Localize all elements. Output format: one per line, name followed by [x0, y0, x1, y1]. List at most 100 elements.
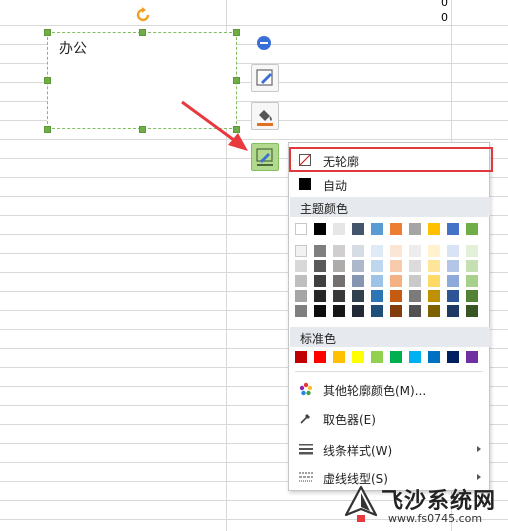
auto-color-label: 自动	[323, 179, 348, 193]
theme-shade-swatch[interactable]	[466, 275, 478, 287]
theme-shade-swatch[interactable]	[390, 260, 402, 272]
theme-shade-swatch[interactable]	[447, 275, 459, 287]
theme-shade-swatch[interactable]	[314, 305, 326, 317]
resize-handle[interactable]	[139, 126, 146, 133]
theme-shade-swatch[interactable]	[295, 305, 307, 317]
auto-color-item[interactable]: 自动	[289, 172, 489, 196]
resize-handle[interactable]	[44, 29, 51, 36]
standard-color-swatch[interactable]	[295, 351, 307, 363]
line-style-icon	[299, 444, 313, 455]
theme-shade-swatch[interactable]	[314, 245, 326, 257]
standard-color-swatch[interactable]	[314, 351, 326, 363]
theme-shade-swatch[interactable]	[409, 275, 421, 287]
standard-colors-title: 标准色	[300, 332, 337, 346]
theme-shade-swatch[interactable]	[447, 290, 459, 302]
watermark-name: 飞沙系统网	[381, 489, 497, 514]
theme-shade-swatch[interactable]	[352, 245, 364, 257]
theme-shade-swatch[interactable]	[333, 245, 345, 257]
theme-shade-swatch[interactable]	[352, 275, 364, 287]
theme-shade-swatch[interactable]	[371, 275, 383, 287]
menu-separator	[295, 371, 483, 372]
pointer-arrow-icon	[181, 100, 248, 151]
theme-shade-swatch[interactable]	[371, 245, 383, 257]
theme-color-swatch[interactable]	[447, 223, 459, 235]
standard-color-swatch[interactable]	[466, 351, 478, 363]
theme-shade-swatch[interactable]	[390, 290, 402, 302]
theme-shade-swatch[interactable]	[428, 260, 440, 272]
theme-shade-swatch[interactable]	[314, 260, 326, 272]
theme-shade-swatch[interactable]	[428, 305, 440, 317]
theme-shade-swatch[interactable]	[409, 245, 421, 257]
submenu-arrow-icon	[477, 446, 481, 452]
theme-shade-swatch[interactable]	[409, 305, 421, 317]
standard-colors-header: 标准色	[290, 327, 490, 347]
theme-shade-swatch[interactable]	[390, 305, 402, 317]
theme-shade-swatch[interactable]	[466, 245, 478, 257]
resize-handle[interactable]	[139, 29, 146, 36]
theme-shade-swatch[interactable]	[295, 260, 307, 272]
theme-shade-swatch[interactable]	[409, 260, 421, 272]
theme-shade-swatch[interactable]	[390, 275, 402, 287]
eyedropper-item[interactable]: 取色器(E)	[289, 406, 489, 430]
no-outline-item[interactable]: 无轮廓	[289, 148, 489, 172]
no-outline-icon	[299, 154, 311, 166]
theme-color-swatch[interactable]	[428, 223, 440, 235]
auto-color-swatch	[299, 178, 311, 190]
theme-shade-swatch[interactable]	[447, 245, 459, 257]
theme-shade-swatch[interactable]	[409, 290, 421, 302]
theme-color-swatch[interactable]	[409, 223, 421, 235]
theme-color-swatch[interactable]	[466, 223, 478, 235]
resize-handle[interactable]	[44, 77, 51, 84]
more-colors-item[interactable]: 其他轮廓颜色(M)...	[289, 377, 489, 401]
text-box-content[interactable]: 办公	[59, 38, 87, 58]
theme-shade-swatch[interactable]	[428, 290, 440, 302]
dash-style-icon	[299, 472, 313, 482]
theme-shade-swatch[interactable]	[314, 290, 326, 302]
resize-handle[interactable]	[44, 126, 51, 133]
theme-shade-swatch[interactable]	[371, 290, 383, 302]
collapse-toolbar-button[interactable]	[257, 36, 271, 50]
theme-shade-swatch[interactable]	[466, 290, 478, 302]
theme-shade-swatch[interactable]	[447, 260, 459, 272]
standard-color-swatch[interactable]	[390, 351, 402, 363]
eyedropper-label: 取色器(E)	[323, 413, 376, 427]
theme-shade-swatch[interactable]	[333, 305, 345, 317]
theme-shade-swatch[interactable]	[390, 245, 402, 257]
standard-color-swatch[interactable]	[409, 351, 421, 363]
theme-color-swatch[interactable]	[333, 223, 345, 235]
theme-color-swatch[interactable]	[390, 223, 402, 235]
rotate-handle-icon[interactable]	[135, 7, 151, 23]
theme-shade-swatch[interactable]	[428, 275, 440, 287]
standard-color-swatch[interactable]	[447, 351, 459, 363]
theme-shade-swatch[interactable]	[466, 260, 478, 272]
edit-shape-button[interactable]	[251, 64, 279, 92]
standard-color-swatch[interactable]	[371, 351, 383, 363]
resize-handle[interactable]	[233, 77, 240, 84]
theme-shade-swatch[interactable]	[428, 245, 440, 257]
theme-color-swatch[interactable]	[295, 223, 307, 235]
theme-shade-swatch[interactable]	[352, 260, 364, 272]
theme-color-swatch[interactable]	[352, 223, 364, 235]
theme-shade-swatch[interactable]	[295, 290, 307, 302]
theme-shade-swatch[interactable]	[314, 275, 326, 287]
theme-shade-swatch[interactable]	[333, 260, 345, 272]
theme-shade-swatch[interactable]	[295, 245, 307, 257]
theme-shade-swatch[interactable]	[371, 260, 383, 272]
theme-color-swatch[interactable]	[371, 223, 383, 235]
theme-shade-swatch[interactable]	[447, 305, 459, 317]
standard-color-swatch[interactable]	[428, 351, 440, 363]
theme-shade-swatch[interactable]	[352, 305, 364, 317]
theme-shade-swatch[interactable]	[466, 305, 478, 317]
theme-shade-swatch[interactable]	[333, 290, 345, 302]
theme-shade-swatch[interactable]	[352, 290, 364, 302]
theme-shade-swatch[interactable]	[333, 275, 345, 287]
theme-color-swatch[interactable]	[314, 223, 326, 235]
theme-colors-header: 主题颜色	[290, 197, 490, 217]
site-watermark: 飞沙系统网 www.fs0745.com	[344, 483, 504, 529]
standard-color-swatch[interactable]	[333, 351, 345, 363]
theme-shade-swatch[interactable]	[295, 275, 307, 287]
standard-color-swatch[interactable]	[352, 351, 364, 363]
resize-handle[interactable]	[233, 29, 240, 36]
theme-shade-swatch[interactable]	[371, 305, 383, 317]
line-style-item[interactable]: 线条样式(W)	[289, 437, 489, 461]
